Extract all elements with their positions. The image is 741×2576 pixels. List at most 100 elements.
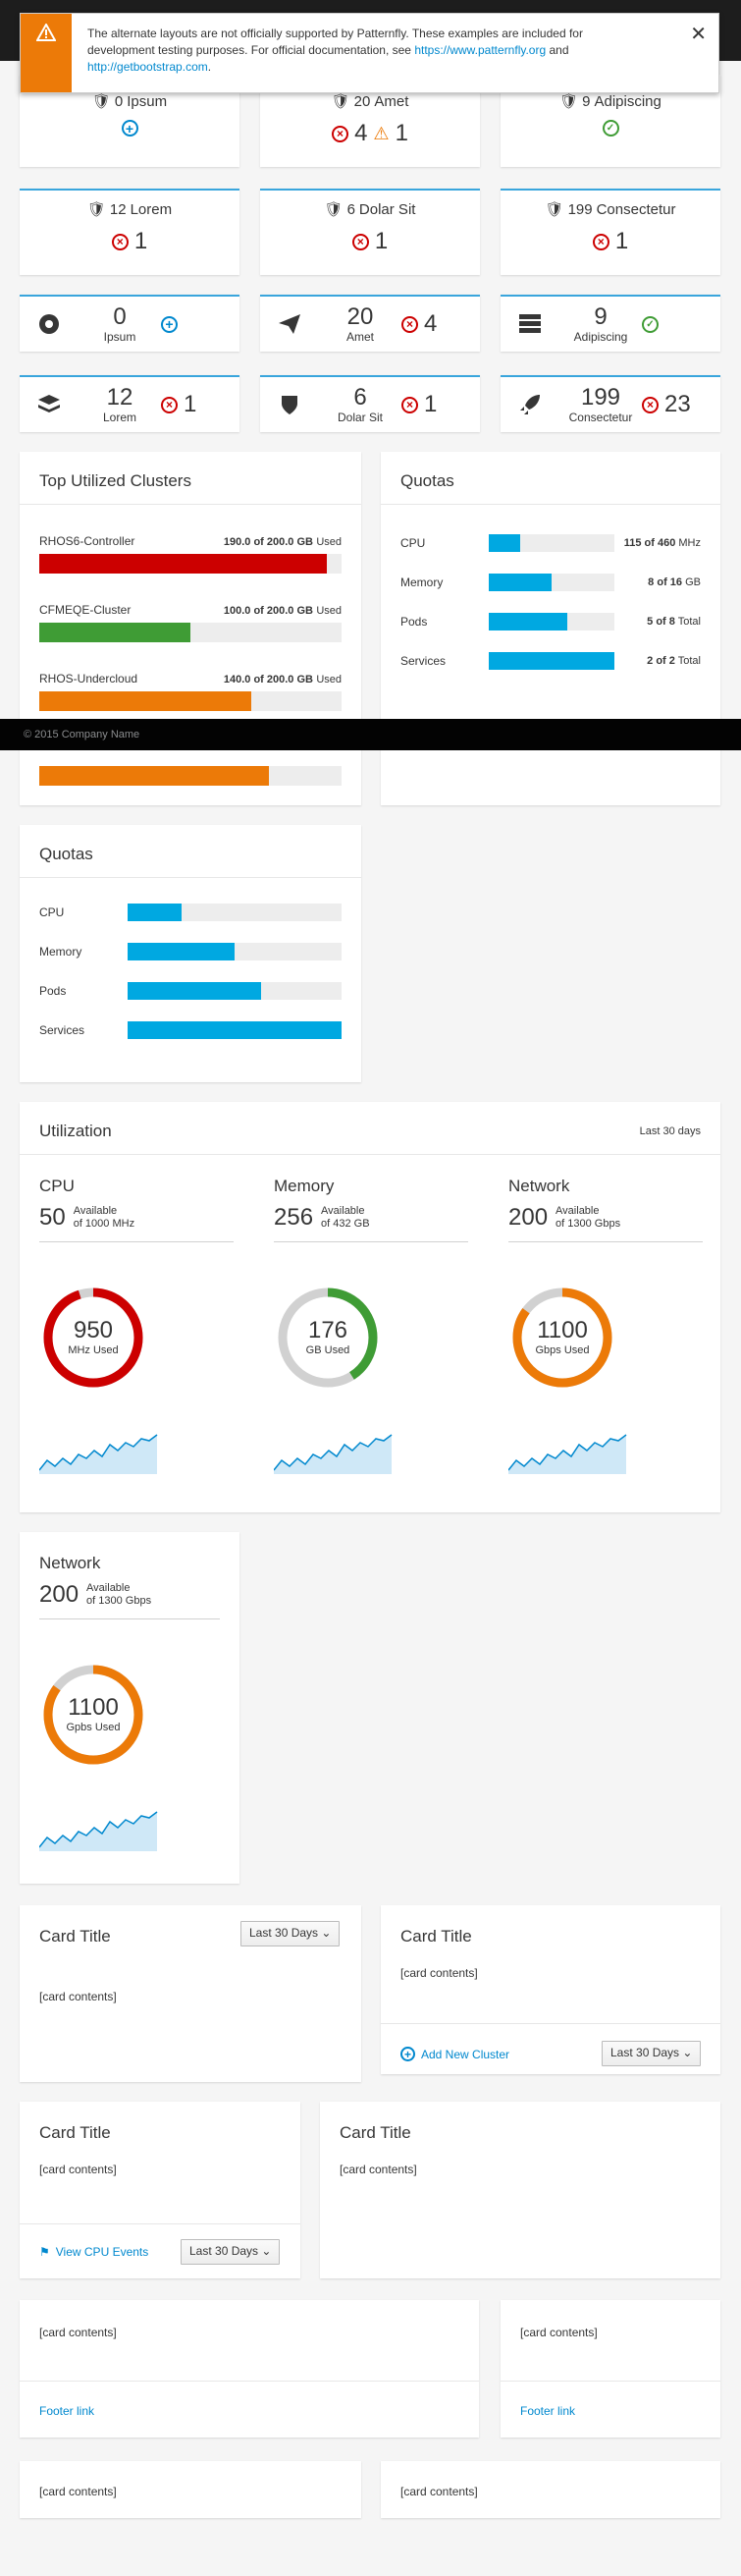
shield-icon: 🛡 — [86, 201, 106, 218]
top-clusters-card: Top Utilized Clusters RHOS6-Controller 19… — [20, 452, 361, 805]
page-footer: © 2015 Company Name — [0, 719, 741, 750]
add-circle-icon: + — [400, 2047, 415, 2061]
warning-triangle-icon: ⚠ — [373, 123, 390, 143]
usage-bar — [39, 691, 342, 711]
close-icon[interactable]: ✕ — [690, 22, 707, 46]
utilization-card: Utilization Last 30 days CPU 50 Available of… — [20, 1102, 720, 1512]
card-contents: [card contents] — [39, 2326, 117, 2339]
bootstrap-link[interactable]: http://getbootstrap.com — [87, 60, 208, 74]
chevron-down-icon: ⌄ — [321, 1926, 332, 1940]
usage-bar — [39, 623, 342, 642]
sparkline-chart — [38, 1811, 158, 1851]
period-dropdown[interactable]: Last 30 Days ⌄ — [181, 2239, 281, 2265]
view-cpu-events-link[interactable]: ⚑ View CPU Events — [39, 2245, 148, 2259]
ok-circle-icon: ✓ — [602, 120, 619, 137]
sparkline-chart — [38, 1434, 158, 1474]
card-title: Card Title — [39, 1927, 111, 1946]
layers-icon — [20, 394, 79, 415]
network-card: Network 200 Available of 1300 Gbps 1100 Gpbs … — [20, 1532, 239, 1884]
add-circle-icon[interactable]: + — [161, 315, 178, 333]
mini-card-ipsum: 0 Ipsum + — [20, 295, 239, 352]
add-cluster-link[interactable]: + Add New Cluster — [400, 2047, 509, 2061]
quota-bar — [128, 904, 342, 921]
card-contents: [card contents] — [39, 2163, 117, 2176]
chevron-down-icon: ⌄ — [682, 2046, 693, 2059]
quota-bar — [489, 534, 614, 552]
quota-bar — [128, 943, 342, 960]
footer-link[interactable]: Footer link — [39, 2404, 94, 2418]
card-contents-only: [card contents] — [381, 2461, 720, 2518]
usage-bar — [39, 766, 342, 786]
sparkline-chart — [507, 1434, 627, 1474]
card-title: Card Title — [400, 1927, 472, 1946]
card-title: Quotas — [381, 452, 720, 505]
quotas-card-right: Quotas CPU 115 of 460 MHz Memory 8 of 16 GB… — [381, 452, 720, 805]
quotas-card-left: Quotas CPU Memory Pods Services — [20, 825, 361, 1082]
cluster-row: RHOS6-Controller 190.0 of 200.0 GB Used — [39, 534, 342, 574]
add-circle-icon[interactable]: + — [121, 120, 138, 137]
cluster-row: RHOS-Undercloud 140.0 of 200.0 GB Used — [39, 672, 342, 711]
error-circle-icon: × — [332, 125, 349, 142]
alert-notification: The alternate layouts are not officially… — [20, 13, 719, 93]
card-contents-only: [card contents] — [20, 2461, 361, 2518]
aggregate-card-consectetur: 🛡 199 Consectetur × 1 — [501, 189, 720, 275]
flag-icon: ⚑ — [39, 2245, 50, 2259]
error-circle-icon: × — [401, 315, 418, 333]
mini-card-consectetur: 199 Consectetur × 23 — [501, 375, 720, 432]
card-with-footer-link: [card contents] Footer link — [501, 2300, 720, 2438]
quota-row: Services 2 of 2 Total — [400, 652, 701, 670]
period-dropdown[interactable]: Last 30 Days ⌄ — [602, 2041, 702, 2066]
aggregate-card-dolar-sit: 🛡 6 Dolar Sit × 1 — [260, 189, 480, 275]
shield-icon: 🛡 — [545, 201, 564, 218]
quota-row: Memory 8 of 16 GB — [400, 574, 701, 591]
ok-circle-icon: ✓ — [642, 315, 659, 333]
mini-card-lorem: 12 Lorem × 1 — [20, 375, 239, 432]
quota-bar — [489, 652, 614, 670]
patternfly-link[interactable]: https://www.patternfly.org — [414, 43, 546, 57]
shield-icon: 🛡 — [331, 93, 350, 110]
card-contents: [card contents] — [39, 1990, 117, 2003]
warning-icon — [21, 14, 72, 92]
usage-bar — [39, 554, 342, 574]
quota-row: CPU — [39, 904, 342, 921]
cluster-row: CFMEQE-Cluster 100.0 of 200.0 GB Used — [39, 603, 342, 642]
rocket-icon — [501, 394, 559, 415]
paper-plane-icon — [260, 313, 319, 335]
card-contents: [card contents] — [39, 2485, 117, 2498]
period-dropdown[interactable]: Last 30 Days ⌄ — [240, 1921, 341, 1946]
footer-link[interactable]: Footer link — [520, 2404, 575, 2418]
shield-icon: 🛡 — [324, 201, 344, 218]
section-title: Memory — [274, 1177, 335, 1195]
utilization-section: Network 200 Available of 1300 Gbps 1100 Gpbs … — [38, 1554, 220, 1854]
card-with-dropdown: Card Title Last 30 Days ⌄ [card contents… — [20, 1905, 361, 2082]
card-contents: [card contents] — [400, 1966, 478, 1980]
card-contents: [card contents] — [400, 2485, 478, 2498]
divider — [20, 2381, 479, 2382]
error-circle-icon: × — [351, 233, 369, 250]
alert-message: The alternate layouts are not officially… — [87, 27, 583, 74]
card-with-footer-link: [card contents] Footer link — [20, 2300, 479, 2438]
card-basic: Card Title [card contents] — [320, 2102, 720, 2278]
divider — [20, 2223, 300, 2224]
quota-row: Pods — [39, 982, 342, 1000]
card-title: Top Utilized Clusters — [20, 452, 361, 505]
quota-row: CPU 115 of 460 MHz — [400, 534, 701, 552]
card-title: Quotas — [20, 825, 361, 878]
utilization-section: Memory 256 Available of 432 GB 176 GB Used — [273, 1177, 470, 1477]
error-circle-icon: × — [161, 396, 178, 413]
error-circle-icon: × — [111, 233, 129, 250]
shield-icon: 🛡 — [91, 93, 111, 110]
error-circle-icon: × — [642, 396, 659, 413]
aggregate-card-lorem: 🛡 12 Lorem × 1 — [20, 189, 239, 275]
mini-card-dolar-sit: 6 Dolar Sit × 1 — [260, 375, 480, 432]
card-with-footer-action: Card Title [card contents] + Add New Clus… — [381, 1905, 720, 2074]
chevron-down-icon: ⌄ — [261, 2244, 272, 2258]
divider — [501, 2381, 720, 2382]
card-title: Utilization Last 30 days — [20, 1102, 720, 1155]
section-title: Network — [508, 1177, 570, 1195]
shield-icon: 🛡 — [559, 93, 579, 110]
quota-row: Memory — [39, 943, 342, 960]
error-circle-icon: × — [592, 233, 609, 250]
card-title: Card Title — [340, 2123, 411, 2142]
section-title: CPU — [39, 1177, 75, 1195]
